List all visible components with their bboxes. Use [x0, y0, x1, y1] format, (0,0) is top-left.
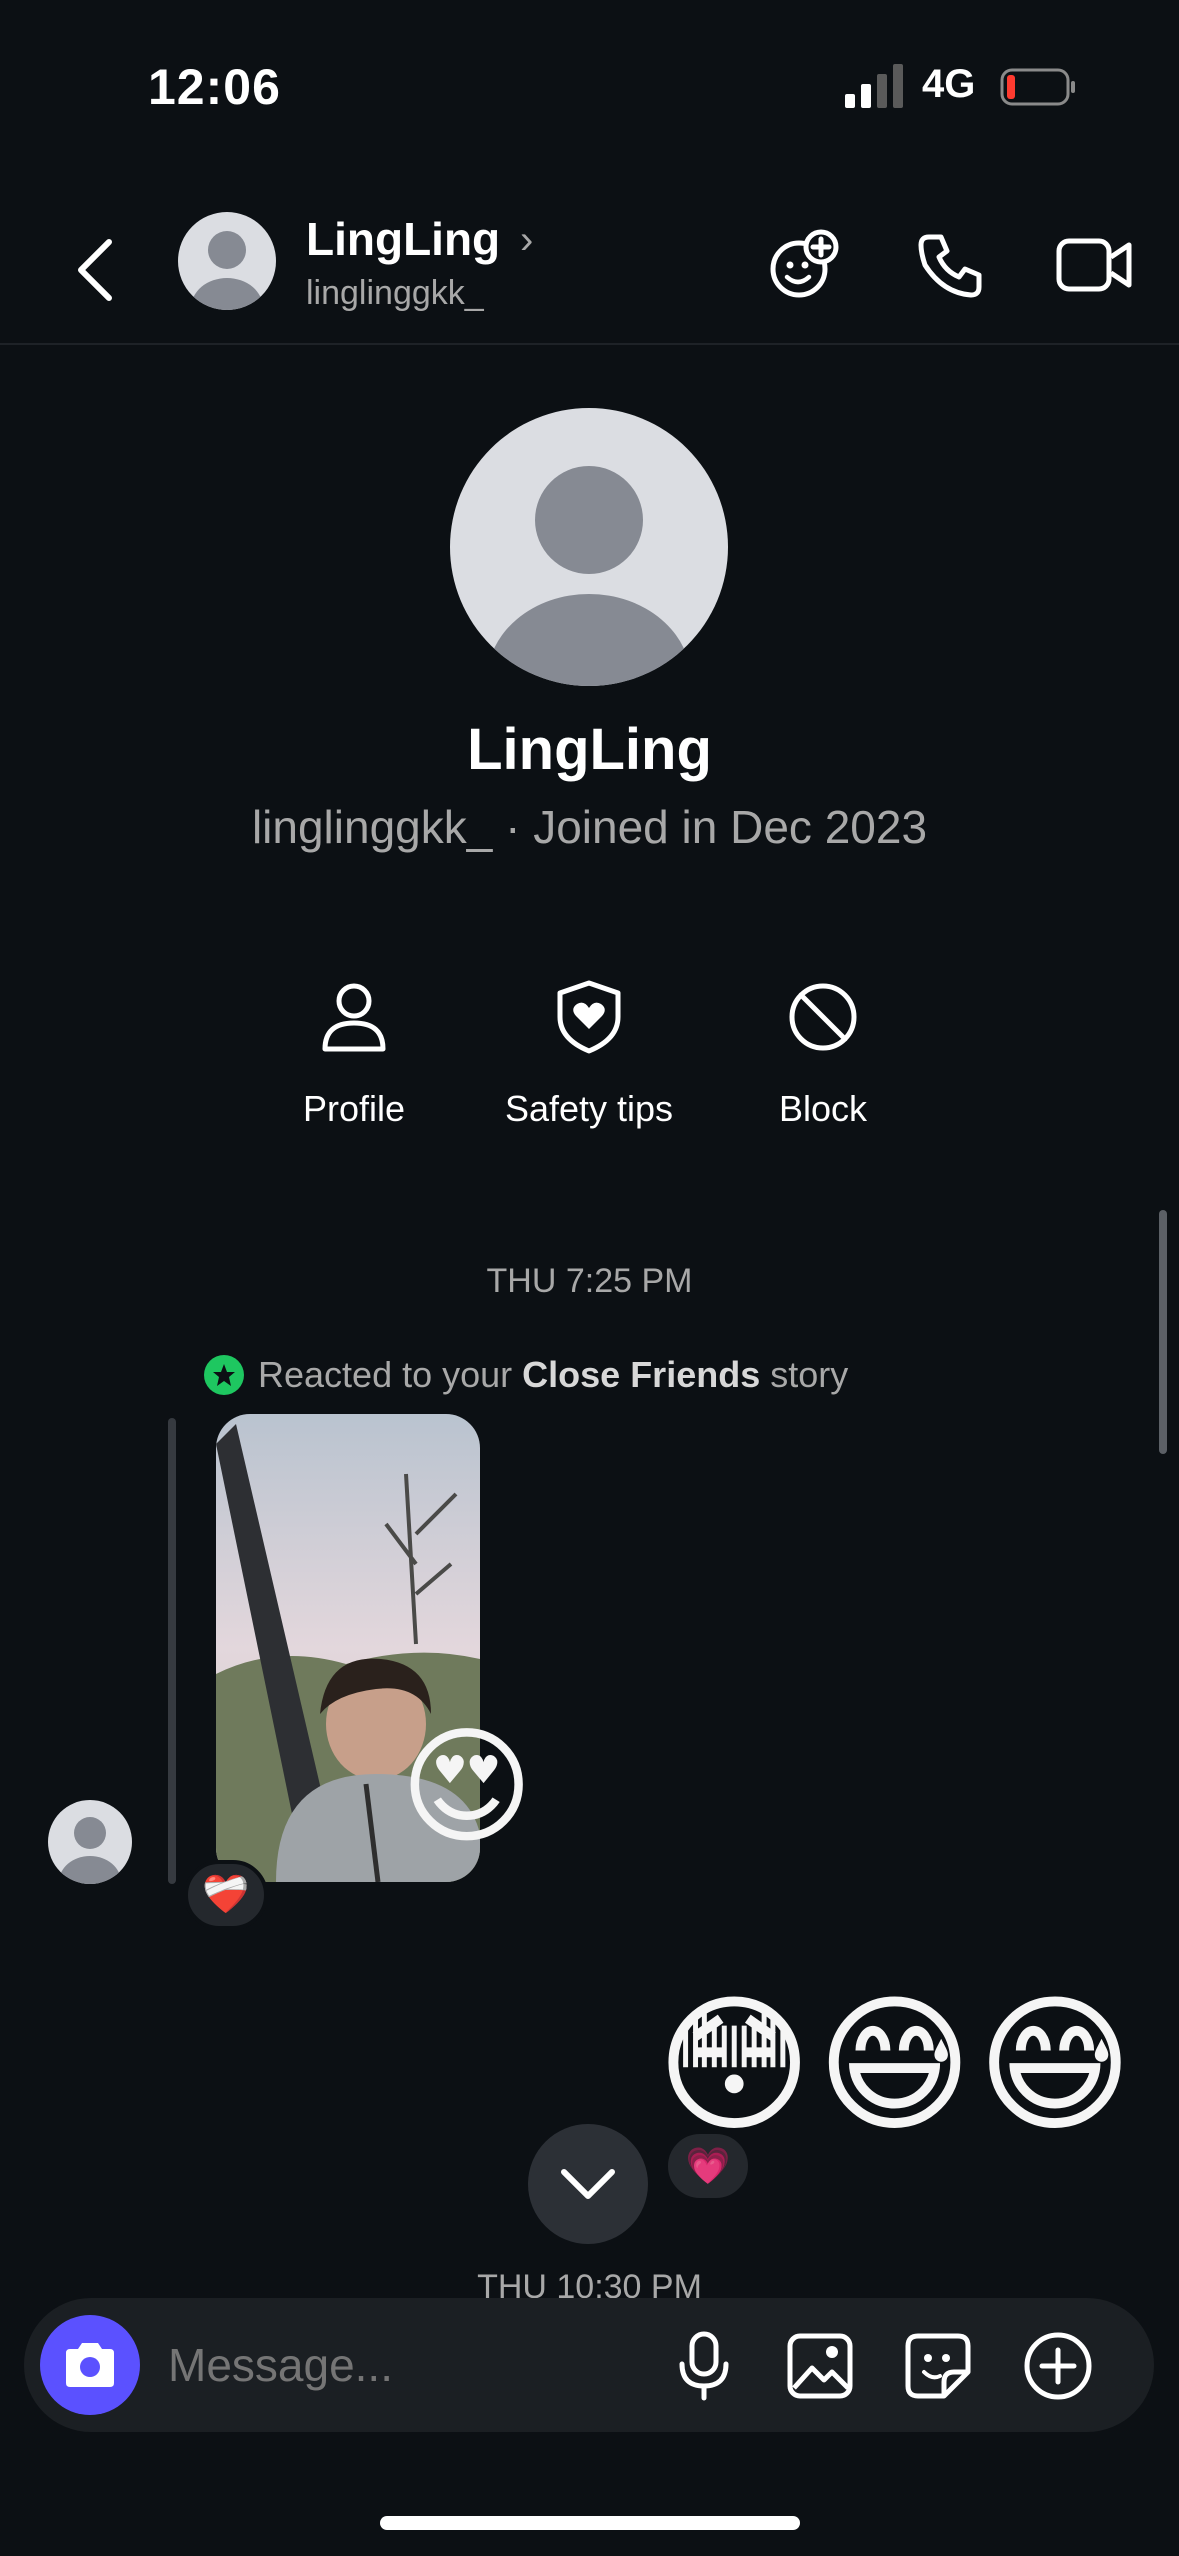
add-effects-icon	[770, 229, 839, 298]
header-username: linglinggkk_	[306, 274, 484, 312]
gallery-button[interactable]	[780, 2326, 860, 2406]
camera-icon	[66, 2343, 114, 2387]
battery-icon	[1000, 68, 1075, 106]
avatar-placeholder-icon	[487, 466, 691, 686]
reacted-close-friends: Close Friends	[522, 1354, 761, 1395]
image-icon	[787, 2333, 853, 2399]
reacted-prefix: Reacted to your	[258, 1354, 513, 1395]
block-icon	[789, 983, 857, 1051]
phone-icon	[918, 234, 982, 298]
profile-action-label: Profile	[302, 1088, 406, 1129]
safety-tips-label: Safety tips	[504, 1088, 674, 1129]
profile-subtitle: linglinggkk_ · Joined in Dec 2023	[251, 801, 928, 853]
chat-timestamp: THU 7:25 PM	[486, 1262, 693, 1300]
more-options-button[interactable]	[1018, 2326, 1098, 2406]
shield-heart-icon	[557, 980, 621, 1054]
status-time: 12:06	[148, 59, 281, 115]
avatar-placeholder-icon	[191, 231, 263, 310]
scrollbar[interactable]	[1159, 1210, 1167, 1454]
message-composer	[24, 2298, 1154, 2432]
home-indicator[interactable]	[380, 2516, 800, 2530]
chevron-right-icon: ›	[520, 218, 534, 262]
avatar-placeholder-icon	[59, 1817, 121, 1884]
back-arrow-icon	[78, 239, 112, 301]
video-call-button[interactable]	[1050, 220, 1140, 310]
header-avatar[interactable]	[178, 212, 276, 310]
sender-avatar[interactable]	[48, 1800, 132, 1884]
plus-circle-icon	[1024, 2332, 1092, 2400]
profile-action[interactable]: Profile	[234, 972, 474, 1130]
header-name[interactable]: LingLing	[306, 212, 500, 266]
video-icon	[1056, 238, 1132, 292]
voice-call-button[interactable]	[906, 220, 996, 310]
scroll-down-button[interactable]	[528, 2124, 648, 2244]
close-friends-star-icon	[204, 1355, 244, 1395]
block-label: Block	[778, 1088, 868, 1129]
sticker-button[interactable]	[898, 2326, 978, 2406]
safety-tips-action[interactable]: Safety tips	[469, 972, 709, 1130]
sticker-icon	[905, 2333, 971, 2399]
network-label: 4G	[922, 62, 976, 106]
reaction-badge[interactable]: 💗	[664, 2130, 752, 2202]
effects-button[interactable]	[760, 220, 850, 310]
profile-name: LingLing	[467, 717, 712, 782]
signal-icon	[845, 64, 903, 108]
chat-header: LingLing › linglinggkk_	[0, 190, 1179, 345]
reaction-badge[interactable]: ❤️‍🩹	[184, 1860, 268, 1930]
block-action[interactable]: Block	[703, 972, 943, 1130]
sent-emoji-message[interactable]: 😳😅😅	[656, 1990, 1137, 2140]
back-button[interactable]	[60, 220, 130, 320]
story-reaction-emoji: 😍	[400, 1716, 534, 1859]
person-icon	[322, 983, 386, 1052]
microphone-icon	[679, 2331, 729, 2401]
message-input[interactable]	[168, 2338, 608, 2392]
chevron-down-icon	[561, 2169, 615, 2199]
reacted-suffix: story	[770, 1354, 849, 1395]
status-bar: 12:06 4G	[0, 0, 1179, 170]
story-reaction-note: Reacted to your Close Friends story	[204, 1354, 848, 1396]
camera-button[interactable]	[40, 2315, 140, 2415]
profile-avatar[interactable]	[450, 408, 728, 686]
voice-message-button[interactable]	[664, 2326, 744, 2406]
reply-indicator-bar	[168, 1418, 176, 1884]
